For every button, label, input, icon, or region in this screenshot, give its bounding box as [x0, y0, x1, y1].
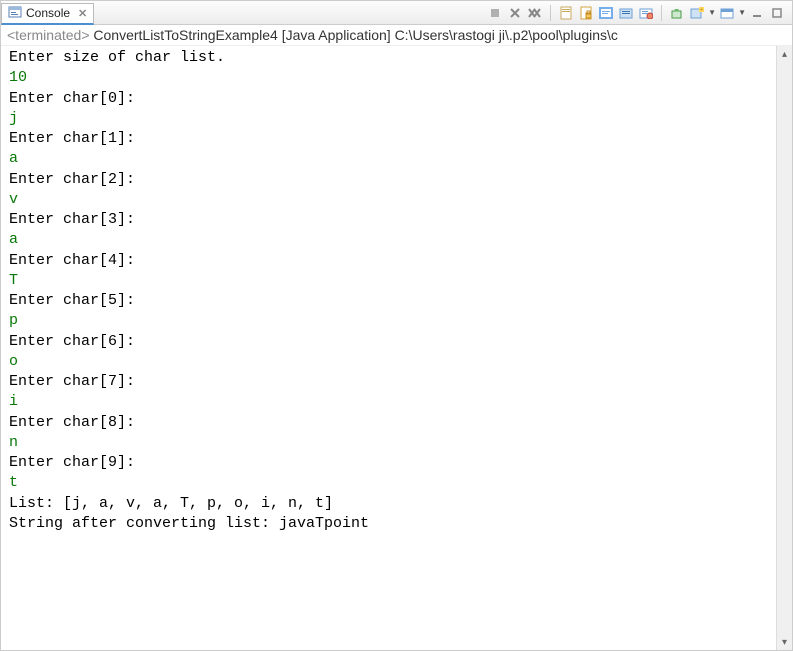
maximize-icon[interactable]: [768, 4, 786, 22]
stdin-line: t: [9, 473, 768, 493]
console-toolbar: + ▼ ▼: [486, 4, 792, 22]
new-console-icon[interactable]: +: [688, 4, 706, 22]
stdout-line: Enter char[0]:: [9, 89, 768, 109]
launch-description: <terminated> ConvertListToStringExample4…: [1, 25, 792, 46]
stdin-line: 10: [9, 68, 768, 88]
stdout-line: Enter char[1]:: [9, 129, 768, 149]
scroll-down-icon[interactable]: ▾: [777, 634, 792, 650]
console-body: Enter size of char list.10Enter char[0]:…: [1, 46, 792, 650]
remove-all-icon[interactable]: [526, 4, 544, 22]
stdout-line: List: [j, a, v, a, T, p, o, i, n, t]: [9, 494, 768, 514]
stdin-line: v: [9, 190, 768, 210]
launch-status: <terminated>: [7, 27, 90, 43]
stdout-line: Enter char[5]:: [9, 291, 768, 311]
display-selected-icon[interactable]: [637, 4, 655, 22]
stdout-line: String after converting list: javaTpoint: [9, 514, 768, 534]
console-view-icon: [8, 5, 22, 22]
svg-text:+: +: [700, 7, 703, 13]
dropdown-icon[interactable]: ▼: [708, 8, 716, 17]
scroll-up-icon[interactable]: ▴: [777, 46, 792, 62]
word-wrap-icon[interactable]: [597, 4, 615, 22]
launch-name: ConvertListToStringExample4: [93, 27, 277, 43]
select-console-icon[interactable]: [718, 4, 736, 22]
stdin-line: i: [9, 392, 768, 412]
scroll-lock-icon[interactable]: [577, 4, 595, 22]
clear-icon[interactable]: [557, 4, 575, 22]
tab-bar: Console ✕ +: [1, 1, 792, 25]
launch-path: C:\Users\rastogi ji\.p2\pool\plugins\c: [395, 27, 618, 43]
stdout-line: Enter char[8]:: [9, 413, 768, 433]
stdin-line: a: [9, 149, 768, 169]
console-output[interactable]: Enter size of char list.10Enter char[0]:…: [1, 46, 776, 650]
stdout-line: Enter char[7]:: [9, 372, 768, 392]
stdin-line: j: [9, 109, 768, 129]
tab-title: Console: [26, 6, 70, 20]
stdin-line: o: [9, 352, 768, 372]
stdin-line: T: [9, 271, 768, 291]
close-icon[interactable]: ✕: [78, 7, 87, 20]
launch-type: [Java Application]: [282, 27, 391, 43]
stdin-line: p: [9, 311, 768, 331]
separator: [661, 5, 662, 21]
stdout-line: Enter char[4]:: [9, 251, 768, 271]
terminate-icon[interactable]: [486, 4, 504, 22]
dropdown-icon[interactable]: ▼: [738, 8, 746, 17]
stdout-line: Enter char[9]:: [9, 453, 768, 473]
stdout-line: Enter size of char list.: [9, 48, 768, 68]
scrollbar[interactable]: ▴ ▾: [776, 46, 792, 650]
stdin-line: n: [9, 433, 768, 453]
remove-launch-icon[interactable]: [506, 4, 524, 22]
stdout-line: Enter char[6]:: [9, 332, 768, 352]
minimize-icon[interactable]: [748, 4, 766, 22]
open-console-icon[interactable]: [668, 4, 686, 22]
stdin-line: a: [9, 230, 768, 250]
stdout-line: Enter char[2]:: [9, 170, 768, 190]
pin-icon[interactable]: [617, 4, 635, 22]
tab-console[interactable]: Console ✕: [1, 3, 94, 25]
stdout-line: Enter char[3]:: [9, 210, 768, 230]
separator: [550, 5, 551, 21]
